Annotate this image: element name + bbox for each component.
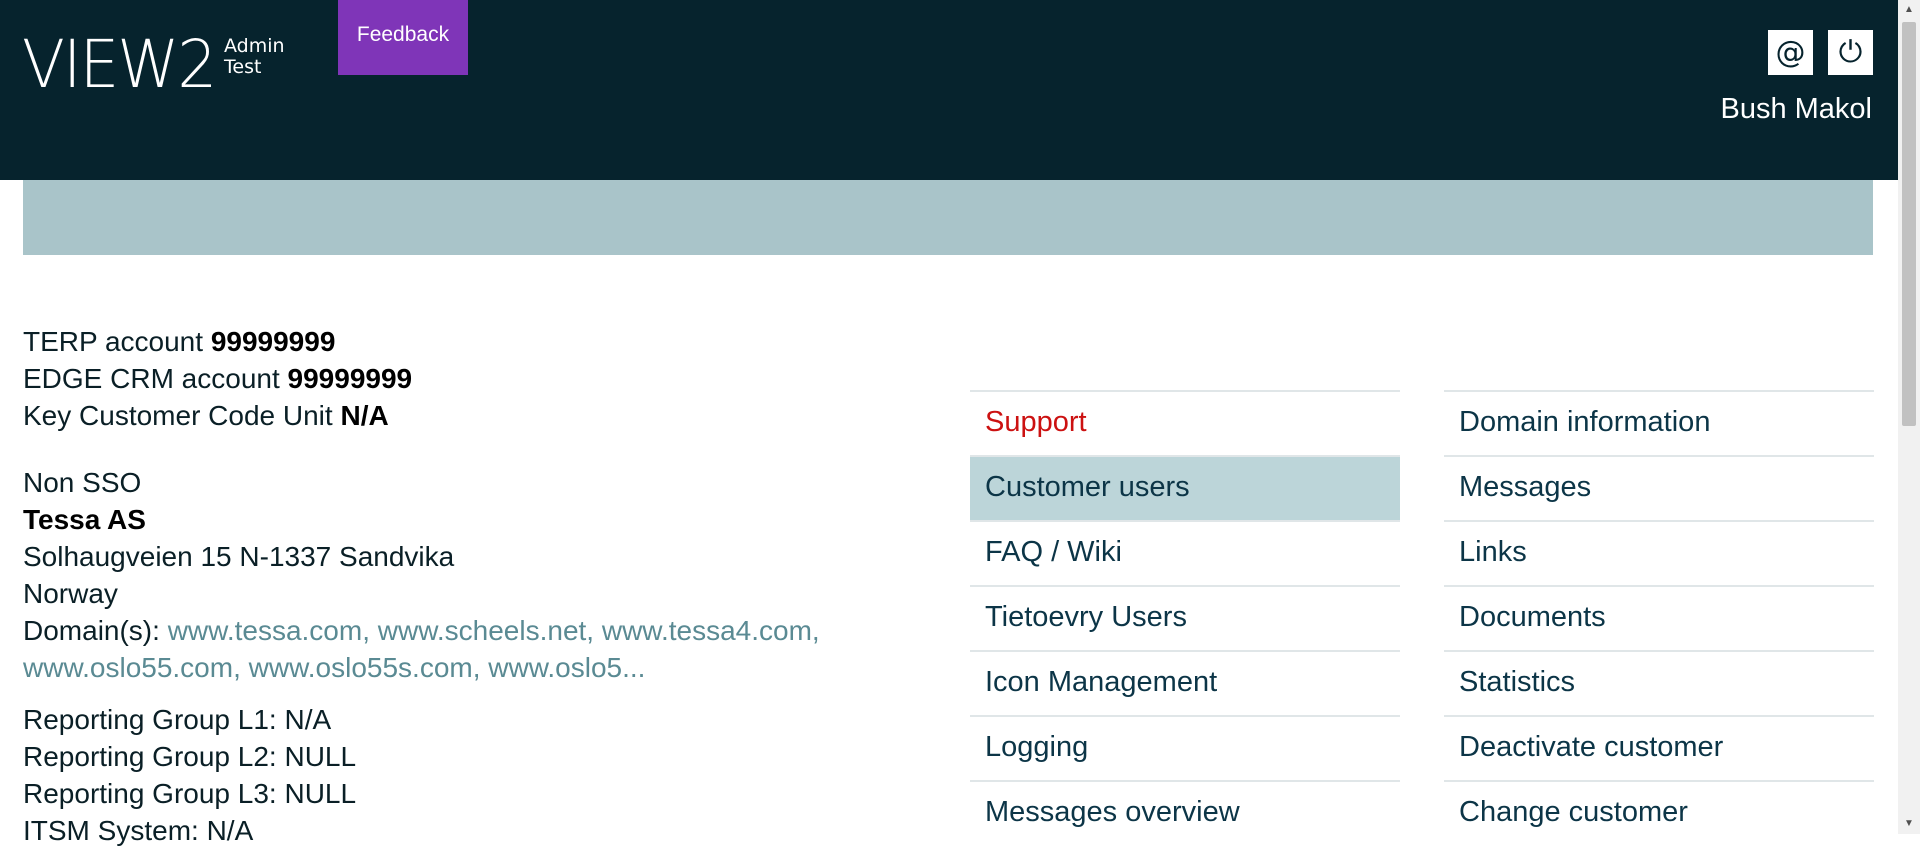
top-header: VIEW2 Admin Test Feedback @ ⏻ Bush Makol bbox=[0, 0, 1898, 180]
account-kccu: Key Customer Code Unit N/A bbox=[23, 397, 389, 434]
terp-label: TERP account bbox=[23, 326, 204, 357]
menu-documents[interactable]: Documents bbox=[1444, 585, 1874, 650]
customer-name: Tessa AS bbox=[23, 501, 146, 538]
customer-sso: Non SSO bbox=[23, 467, 142, 498]
menu-messages-overview[interactable]: Messages overview bbox=[970, 780, 1400, 845]
info-banner bbox=[23, 180, 1873, 255]
customer-domains: Domain(s): www.tessa.com, www.scheels.ne… bbox=[23, 612, 820, 649]
customer-name-text: Tessa AS bbox=[23, 504, 146, 535]
menu-support[interactable]: Support bbox=[970, 390, 1400, 455]
customer-domains-more: www.oslo55.com, www.oslo55s.com, www.osl… bbox=[23, 649, 645, 686]
edge-value: 99999999 bbox=[287, 363, 413, 394]
menu-tietoevry-users[interactable]: Tietoevry Users bbox=[970, 585, 1400, 650]
menu-messages[interactable]: Messages bbox=[1444, 455, 1874, 520]
menu-faq-wiki[interactable]: FAQ / Wiki bbox=[970, 520, 1400, 585]
scroll-thumb[interactable] bbox=[1902, 22, 1916, 426]
kccu-value: N/A bbox=[340, 400, 389, 431]
menu-left: Support Customer users FAQ / Wiki Tietoe… bbox=[970, 390, 1400, 845]
user-name[interactable]: Bush Makol bbox=[1720, 93, 1872, 126]
logo-sub-admin: Admin bbox=[224, 35, 285, 57]
reporting-l3: Reporting Group L3: NULL bbox=[23, 778, 357, 809]
reporting-l1: Reporting Group L1: N/A bbox=[23, 704, 332, 735]
menu-logging[interactable]: Logging bbox=[970, 715, 1400, 780]
menu-domain-information[interactable]: Domain information bbox=[1444, 390, 1874, 455]
scroll-up-icon[interactable]: ▲ bbox=[1898, 0, 1920, 20]
feedback-button[interactable]: Feedback bbox=[338, 0, 468, 75]
account-edge: EDGE CRM account 99999999 bbox=[23, 360, 412, 397]
menu-right: Domain information Messages Links Docume… bbox=[1444, 390, 1874, 845]
terp-value: 99999999 bbox=[210, 326, 336, 357]
logo-sub-test: Test bbox=[224, 56, 262, 78]
menu-change-customer[interactable]: Change customer bbox=[1444, 780, 1874, 845]
reporting-l2: Reporting Group L2: NULL bbox=[23, 741, 357, 772]
menu-icon-management[interactable]: Icon Management bbox=[970, 650, 1400, 715]
menu-links[interactable]: Links bbox=[1444, 520, 1874, 585]
menu-deactivate-customer[interactable]: Deactivate customer bbox=[1444, 715, 1874, 780]
logo-subtitle: Admin Test bbox=[224, 36, 285, 78]
edge-label: EDGE CRM account bbox=[23, 363, 280, 394]
domains-list-line2[interactable]: www.oslo55.com, www.oslo55s.com, www.osl… bbox=[23, 652, 645, 683]
logo-text: VIEW2 bbox=[22, 26, 217, 103]
menu-customer-users[interactable]: Customer users bbox=[970, 455, 1400, 520]
menu-statistics[interactable]: Statistics bbox=[1444, 650, 1874, 715]
email-icon[interactable]: @ bbox=[1768, 30, 1813, 75]
page-scrollbar[interactable]: ▲ ▼ bbox=[1898, 0, 1920, 834]
account-terp: TERP account 99999999 bbox=[23, 323, 335, 360]
power-icon[interactable]: ⏻ bbox=[1828, 30, 1873, 75]
scroll-down-icon[interactable]: ▼ bbox=[1898, 814, 1920, 834]
itsm-system: ITSM System: N/A bbox=[23, 815, 254, 846]
kccu-label: Key Customer Code Unit bbox=[23, 400, 333, 431]
domains-label: Domain(s): bbox=[23, 615, 160, 646]
customer-country: Norway bbox=[23, 578, 118, 609]
domains-list-line1[interactable]: www.tessa.com, www.scheels.net, www.tess… bbox=[168, 615, 820, 646]
customer-address: Solhaugveien 15 N-1337 Sandvika bbox=[23, 541, 455, 572]
